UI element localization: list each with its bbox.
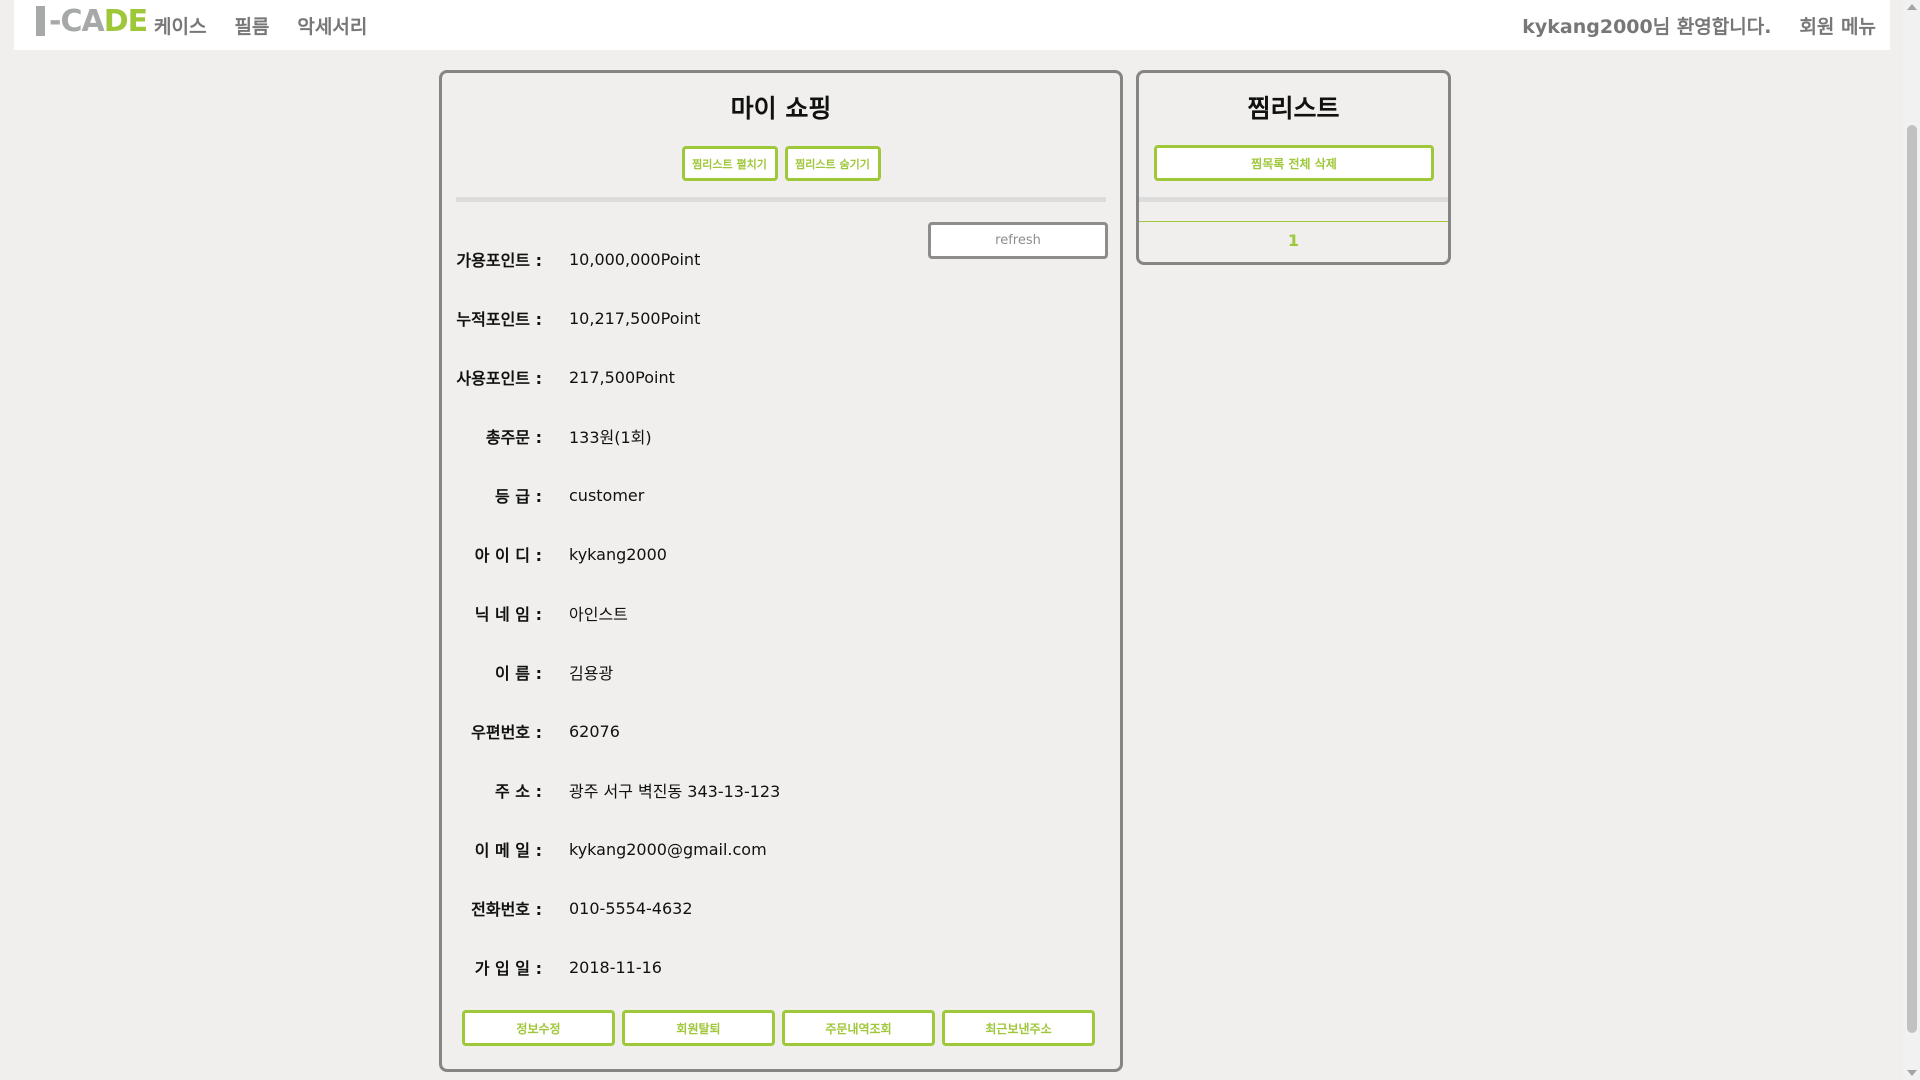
info-row-user-id: 아 이 디 : kykang2000 [442, 539, 1120, 569]
info-label: 아 이 디 : [474, 546, 542, 565]
scrollbar-thumb[interactable] [1907, 125, 1917, 1033]
info-value: 133원(1회) [569, 428, 652, 447]
logo-dash: - [49, 3, 61, 39]
info-value: 010-5554-4632 [569, 898, 693, 918]
scroll-down-arrow-icon[interactable] [1907, 1070, 1917, 1076]
wishlist-toggle-group: 찜리스트 펼치기 찜리스트 숨기기 [442, 146, 1120, 181]
info-value: kykang2000@gmail.com [569, 839, 767, 859]
info-value: 2018-11-16 [569, 957, 662, 977]
my-shopping-title: 마이 쇼핑 [730, 94, 832, 123]
info-value: 광주 서구 벽진동 343-13-123 [569, 782, 781, 801]
wishlist-panel: 찜리스트 찜목록 전체 삭제 1 [1136, 70, 1451, 265]
nav-item-accessory[interactable]: 악세서리 [297, 12, 367, 39]
scroll-up-arrow-icon[interactable] [1907, 4, 1917, 10]
wishlist-divider [1139, 197, 1448, 202]
account-actions: 정보수정 회원탈퇴 주문내역조회 최근보낸주소 [462, 1010, 1095, 1046]
vertical-scrollbar[interactable] [1903, 0, 1920, 1080]
info-label: 등 급 : [495, 487, 542, 506]
wishlist-page-number[interactable]: 1 [1139, 231, 1448, 250]
info-row-postal-code: 우편번호 : 62076 [442, 716, 1120, 746]
main-nav: 케이스 필름 악세서리 [154, 12, 367, 39]
info-value: 62076 [569, 721, 620, 741]
info-row-name: 이 름 : 김용광 [442, 657, 1120, 687]
info-row-address: 주 소 : 광주 서구 벽진동 343-13-123 [442, 775, 1120, 805]
info-label: 사용포인트 : [456, 369, 542, 388]
info-label: 주 소 : [495, 782, 542, 801]
wishlist-show-button[interactable]: 찜리스트 펼치기 [681, 146, 778, 181]
info-label: 이 름 : [495, 664, 542, 683]
logo-de: DE [103, 3, 148, 39]
info-row-grade: 등 급 : customer [442, 480, 1120, 510]
site-logo[interactable]: - CA DE [36, 3, 148, 39]
wishlist-title: 찜리스트 [1247, 94, 1340, 123]
withdraw-membership-button[interactable]: 회원탈퇴 [622, 1010, 775, 1046]
info-value: customer [569, 485, 645, 505]
info-value: 아인스트 [569, 605, 628, 624]
info-value: kykang2000 [569, 544, 667, 564]
section-divider [456, 197, 1106, 202]
wishlist-separator-line [1139, 221, 1448, 222]
welcome-text: kykang2000님 환영합니다. [1522, 16, 1772, 38]
logo-bar-mark [36, 6, 45, 36]
wishlist-hide-button[interactable]: 찜리스트 숨기기 [784, 146, 881, 181]
info-label: 이 메 일 : [474, 841, 542, 860]
info-row-available-points: 가용포인트 : 10,000,000Point [442, 244, 1120, 274]
info-label: 가 입 일 : [474, 959, 542, 978]
wishlist-delete-all-button[interactable]: 찜목록 전체 삭제 [1154, 145, 1434, 181]
top-navigation-bar: - CA DE 케이스 필름 악세서리 kykang2000님 환영합니다. 회… [14, 0, 1890, 50]
info-row-join-date: 가 입 일 : 2018-11-16 [442, 952, 1120, 982]
user-area: kykang2000님 환영합니다. 회원 메뉴 [1522, 12, 1876, 39]
info-label: 전화번호 : [471, 900, 542, 919]
info-row-total-orders: 총주문 : 133원(1회) [442, 421, 1120, 451]
info-value: 217,500Point [569, 367, 675, 387]
my-shopping-panel: 마이 쇼핑 찜리스트 펼치기 찜리스트 숨기기 refresh 가용포인트 : … [439, 70, 1123, 1072]
info-row-phone: 전화번호 : 010-5554-4632 [442, 893, 1120, 923]
info-value: 김용광 [569, 664, 614, 683]
info-label: 우편번호 : [471, 723, 542, 742]
info-row-used-points: 사용포인트 : 217,500Point [442, 362, 1120, 392]
edit-profile-button[interactable]: 정보수정 [462, 1010, 615, 1046]
nav-item-film[interactable]: 필름 [234, 12, 269, 39]
info-row-email: 이 메 일 : kykang2000@gmail.com [442, 834, 1120, 864]
info-row-nickname: 닉 네 임 : 아인스트 [442, 598, 1120, 628]
info-label: 누적포인트 : [456, 310, 542, 329]
info-label: 총주문 : [485, 428, 542, 447]
info-row-accumulated-points: 누적포인트 : 10,217,500Point [442, 303, 1120, 333]
order-history-button[interactable]: 주문내역조회 [782, 1010, 935, 1046]
info-value: 10,217,500Point [569, 308, 701, 328]
nav-item-case[interactable]: 케이스 [154, 12, 206, 39]
logo-ca: CA [60, 3, 104, 39]
info-label: 가용포인트 : [456, 251, 542, 270]
recent-address-button[interactable]: 최근보낸주소 [942, 1010, 1095, 1046]
member-menu-link[interactable]: 회원 메뉴 [1799, 12, 1876, 39]
info-value: 10,000,000Point [569, 249, 701, 269]
info-label: 닉 네 임 : [474, 605, 542, 624]
